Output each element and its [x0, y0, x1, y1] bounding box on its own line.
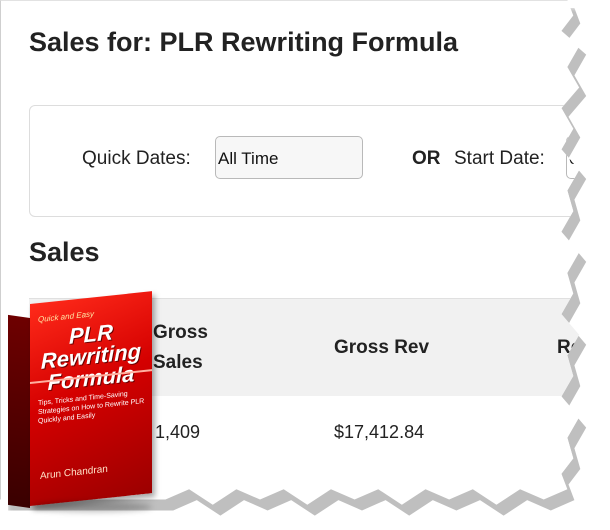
quick-dates-select[interactable]: All Time	[215, 136, 363, 179]
quick-dates-label: Quick Dates:	[82, 148, 191, 169]
start-date-label: Start Date:	[454, 148, 545, 169]
column-header-gross-rev[interactable]: Gross Rev	[334, 333, 429, 363]
book-spine	[8, 314, 30, 508]
book-shadow	[32, 502, 152, 512]
cell-gross-sales: 1,409	[155, 422, 201, 442]
product-box-image: Quick and Easy PLR Rewriting Formula Tip…	[8, 291, 154, 516]
cell-gross-rev: $17,412.84	[334, 422, 425, 442]
or-label: OR	[412, 148, 441, 169]
column-header-gross-sales[interactable]: Gross Sales	[153, 318, 243, 378]
book-cover: Quick and Easy PLR Rewriting Formula Tip…	[30, 291, 152, 506]
date-filter-panel: Quick Dates: All Time OR Start Date: 0	[29, 105, 580, 217]
book-title: PLR Rewriting Formula	[40, 319, 142, 396]
book-author: Arun Chandran	[40, 463, 108, 482]
sales-section-title: Sales	[29, 237, 100, 267]
page-title: Sales for: PLR Rewriting Formula	[29, 27, 459, 57]
